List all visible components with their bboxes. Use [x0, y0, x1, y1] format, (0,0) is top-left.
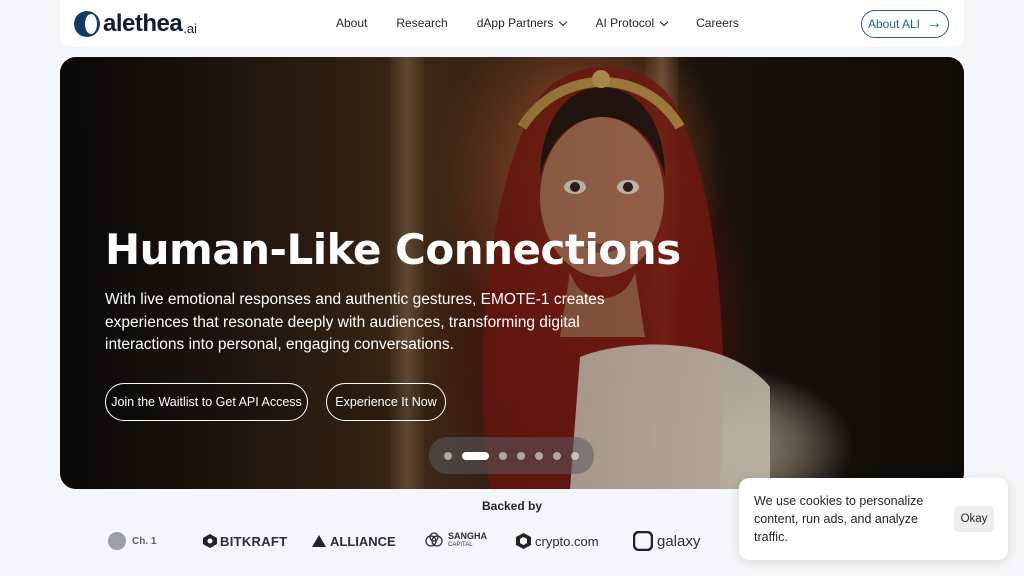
nav-item-dapp-partners[interactable]: dApp Partners [476, 15, 568, 31]
nav-item-research[interactable]: Research [396, 15, 447, 31]
backer-name: SANGHA [448, 531, 488, 541]
backer-name: galaxy [657, 532, 701, 550]
carousel-dot[interactable] [535, 451, 543, 460]
hero-title: Human-Like Connections [105, 225, 681, 274]
cookie-okay-label: Okay [960, 513, 988, 525]
backer-logo-galaxy: galaxy [633, 529, 700, 553]
backer-logo-bitkraft: BITKRAFT [203, 529, 287, 553]
experience-it-now-button[interactable]: Experience It Now [326, 383, 446, 421]
nav-item-dapp-partners-label: dApp Partners [476, 16, 554, 30]
nav-item-ai-protocol-label: AI Protocol [595, 16, 655, 30]
carousel-pagination [429, 437, 594, 474]
logo-suffix: .ai [183, 20, 197, 36]
nav-item-careers[interactable]: Careers [696, 15, 739, 31]
galaxy-icon [633, 531, 653, 551]
nav-item-research-label: Research [396, 16, 448, 30]
backer-name: BITKRAFT [220, 533, 288, 549]
sangha-icon [425, 532, 443, 547]
carousel-dot[interactable] [499, 451, 507, 460]
backer-logo-alliance: ALLIANCE [312, 529, 396, 553]
top-navbar: alethea .ai About Research dApp Partners… [60, 0, 964, 46]
join-waitlist-button[interactable]: Join the Waitlist to Get API Access [105, 383, 308, 421]
backer-name-sub: CAPITAL [448, 542, 473, 548]
chevron-down-icon [659, 17, 669, 26]
backer-name: ALLIANCE [330, 533, 396, 549]
backer-name: Ch. 1 [132, 535, 157, 547]
bitkraft-icon [203, 534, 217, 548]
backer-name: crypto.com [535, 533, 599, 549]
join-waitlist-label: Join the Waitlist to Get API Access [111, 395, 302, 409]
cookie-okay-button[interactable]: Okay [954, 506, 994, 532]
ch1-icon [108, 532, 126, 550]
backer-logo-sangha: SANGHA CAPITAL [424, 529, 487, 553]
carousel-dot[interactable] [444, 451, 452, 460]
crypto-com-icon [516, 533, 531, 549]
nav-item-about-label: About [336, 16, 368, 30]
nav-item-about[interactable]: About [336, 15, 367, 31]
about-ali-button[interactable]: About ALI → [861, 10, 949, 38]
sangha-wordmark: SANGHA CAPITAL [448, 532, 487, 550]
nav-item-careers-label: Careers [696, 16, 739, 30]
cookie-banner: We use cookies to personalize content, r… [739, 478, 1008, 560]
carousel-dot[interactable] [553, 451, 561, 460]
arrow-right-icon: → [926, 15, 943, 32]
nav-item-ai-protocol[interactable]: AI Protocol [595, 15, 669, 31]
alethea-logo[interactable]: alethea .ai [74, 10, 197, 38]
backer-logo-crypto-com: crypto.com [516, 529, 599, 553]
logo-text: alethea [103, 10, 183, 37]
carousel-dot-active[interactable] [462, 451, 489, 460]
hero-description: With live emotional responses and authen… [105, 291, 605, 353]
backer-logo-ch1: Ch. 1 [108, 529, 156, 553]
alliance-icon [312, 535, 326, 547]
chevron-down-icon [559, 17, 568, 26]
hero-banner: Human-Like Connections With live emotion… [60, 57, 964, 489]
experience-it-now-label: Experience It Now [335, 395, 437, 409]
main-menu: About Research dApp Partners AI Protocol… [336, 15, 739, 31]
carousel-dot[interactable] [571, 451, 579, 460]
about-ali-label: About ALI [867, 17, 921, 31]
carousel-dot[interactable] [517, 451, 525, 460]
cookie-message: We use cookies to personalize content, r… [754, 494, 924, 544]
logo-mark-icon [74, 11, 100, 37]
